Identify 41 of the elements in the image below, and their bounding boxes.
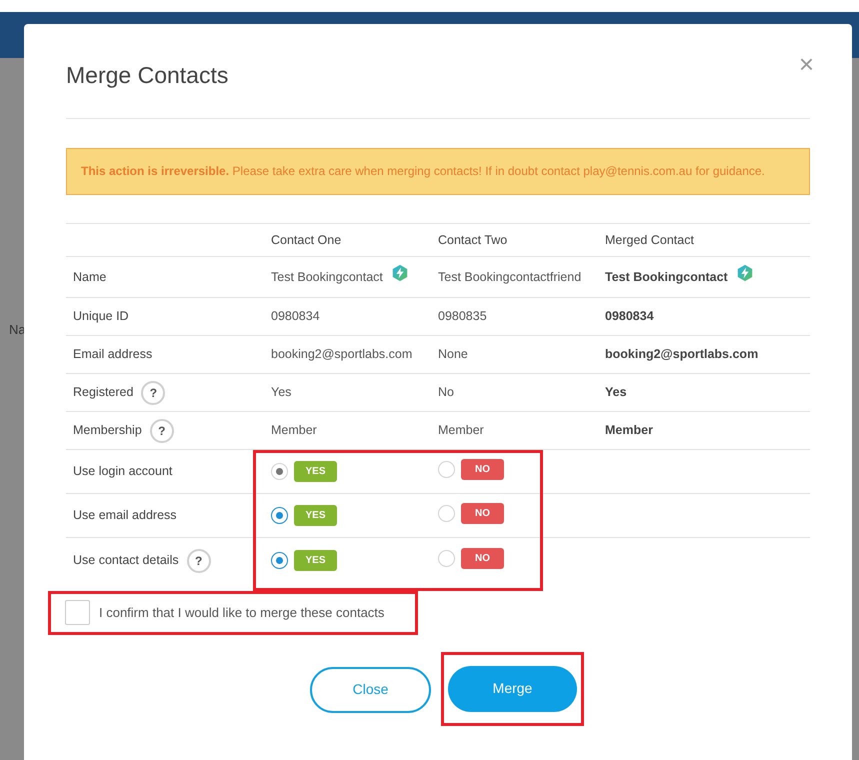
table-cell-text: Member: [438, 422, 484, 440]
column-header: Contact Two: [438, 232, 508, 247]
table-cell-text: No: [438, 384, 454, 402]
merged-cell-text: Yes: [605, 384, 627, 402]
dialog-title: Merge Contacts: [66, 60, 228, 90]
warning-banner: This action is irreversible. Please take extra care when merging contacts! If in doubt contact play@tennis.com.au for guidance.: [66, 148, 810, 195]
row-label: Use email address: [73, 507, 177, 524]
merged-cell-text: Member: [605, 422, 653, 440]
confirm-checkbox[interactable]: [65, 600, 90, 625]
option-tag: NO: [461, 459, 504, 480]
option-tag: YES: [294, 550, 337, 572]
help-button[interactable]: ?: [150, 418, 174, 442]
radio-button[interactable]: [271, 507, 288, 524]
option-tag: YES: [294, 505, 337, 526]
merged-cell-text: 0980834: [605, 308, 654, 326]
merged-cell-text: Test Bookingcontact: [605, 268, 728, 286]
row-label: Registered: [73, 384, 134, 402]
table-cell-text: Test Bookingcontactfriend: [438, 268, 582, 286]
table-cell-text: booking2@sportlabs.com: [271, 346, 412, 364]
option-tag: NO: [461, 548, 504, 570]
row-label: Use login account: [73, 463, 172, 480]
confirm-label: I confirm that I would like to merge these contacts: [99, 604, 384, 622]
table-cell-text: 0980835: [438, 308, 487, 326]
row-label: Unique ID: [73, 308, 129, 326]
table-cell-text: Yes: [271, 384, 292, 402]
table-cell-text: 0980834: [271, 308, 320, 326]
column-header: Contact One: [271, 232, 342, 247]
radio-button[interactable]: [271, 552, 288, 570]
help-button[interactable]: ?: [186, 548, 211, 573]
help-button[interactable]: ?: [141, 380, 166, 404]
option-tag: NO: [461, 503, 504, 524]
row-label: Email address: [73, 346, 152, 364]
merged-cell-text: booking2@sportlabs.com: [605, 346, 758, 364]
table-cell-text: Test Bookingcontact: [271, 268, 383, 286]
option-tag: YES: [294, 461, 337, 482]
column-header: Merged Contact: [605, 232, 694, 247]
row-label: Use contact details: [73, 552, 179, 570]
table-cell-text: Member: [271, 422, 317, 440]
row-label: Membership: [73, 422, 142, 440]
row-label: Name: [73, 268, 106, 286]
table-cell-text: None: [438, 346, 468, 364]
